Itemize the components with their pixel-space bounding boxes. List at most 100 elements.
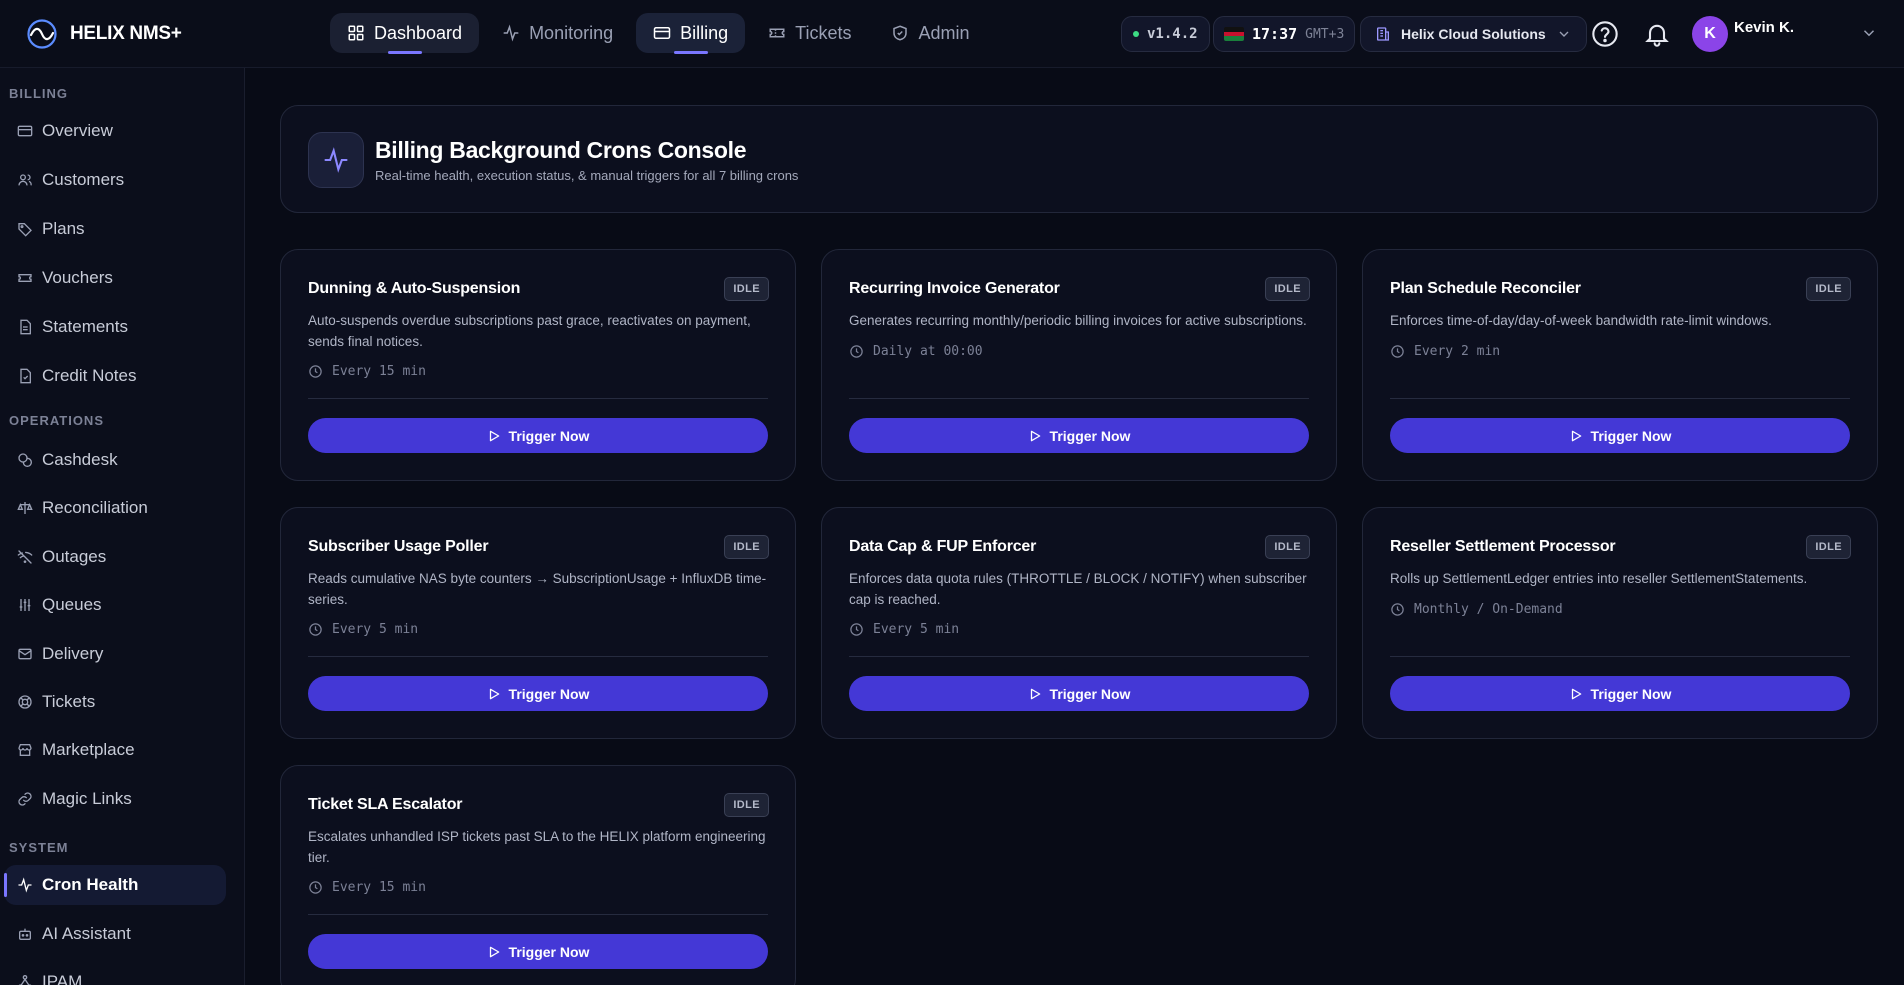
cron-title: Data Cap & FUP Enforcer [849,538,1037,555]
app-name: HELIX NMS+ [70,23,182,44]
shield-icon [893,25,908,41]
version-label: v1.4.2 [1147,26,1198,42]
document-icon [20,319,31,335]
cron-schedule: Every 5 min [308,622,418,637]
sidebar-item-vouchers[interactable]: Vouchers [4,258,226,298]
cron-description: Auto-suspends overdue subscriptions past… [308,313,751,349]
sidebar-item-label: Queues [42,595,102,614]
cron-schedule: Every 5 min [849,622,959,637]
bell-icon[interactable] [1643,20,1671,48]
sidebar-item-cron-health[interactable]: Cron Health [4,865,226,905]
cron-schedule: Every 15 min [308,364,426,379]
avatar[interactable]: K [1692,16,1728,52]
cron-card-reseller-settlement: Reseller Settlement Processor IDLE Rolls… [1362,507,1878,739]
chevron-down-icon[interactable] [1860,24,1878,42]
sidebar-item-label: Cashdesk [42,450,118,469]
user-name[interactable]: Kevin K. [1734,19,1794,36]
cron-title: Plan Schedule Reconciler [1390,280,1581,297]
nav-billing[interactable]: Billing [636,13,746,54]
sidebar-section-system: SYSTEM [9,840,69,855]
trigger-now-button[interactable]: Trigger Now [1390,676,1850,711]
activity-icon [18,877,32,893]
grid-icon [348,25,364,41]
cron-description: Reads cumulative NAS byte counters → Sub… [308,571,767,607]
page-subtitle: Real-time health, execution status, & ma… [375,168,799,183]
sidebar-item-plans[interactable]: Plans [4,209,226,249]
sidebar-item-ipam[interactable]: IPAM [4,962,226,985]
play-icon [1030,688,1040,699]
building-icon [1377,27,1389,41]
divider [308,914,768,915]
clock-widget[interactable]: 17:37 GMT+3 [1213,16,1356,52]
cron-card-data-cap: Data Cap & FUP Enforcer IDLE Enforces da… [821,507,1337,739]
sidebar-item-magic-links[interactable]: Magic Links [4,779,226,819]
page-title: Billing Background Crons Console [375,137,747,163]
cron-description: Enforces data quota rules (THROTTLE / BL… [849,571,1307,607]
status-badge: IDLE [1806,277,1851,301]
sidebar: BILLING Overview Customers Plans Voucher… [0,68,245,985]
cron-schedule-label: Every 15 min [332,880,426,895]
cron-schedule: Every 15 min [308,880,426,895]
network-icon [18,975,32,985]
org-switcher[interactable]: Helix Cloud Solutions [1360,16,1587,52]
cron-card-recurring-invoice: Recurring Invoice Generator IDLE Generat… [821,249,1337,481]
sidebar-item-delivery[interactable]: Delivery [4,634,226,674]
wifi-off-icon [17,550,33,564]
credit-note-icon [20,368,31,384]
trigger-now-button[interactable]: Trigger Now [849,676,1309,711]
sidebar-item-statements[interactable]: Statements [4,307,226,347]
sidebar-item-customers[interactable]: Customers [4,160,226,200]
sidebar-item-overview[interactable]: Overview [4,111,226,151]
divider [1390,656,1850,657]
clock-icon [850,623,863,636]
cron-schedule-label: Every 5 min [332,622,419,637]
cron-schedule-label: Every 2 min [1414,344,1501,359]
trigger-label: Trigger Now [508,943,590,960]
trigger-now-button[interactable]: Trigger Now [849,418,1309,453]
nav-monitoring[interactable]: Monitoring [485,13,630,53]
nav-dashboard[interactable]: Dashboard [330,13,480,54]
clock-icon [1391,603,1404,616]
nav-admin[interactable]: Admin [874,13,986,53]
clock-icon [1391,345,1404,358]
sidebar-item-label: Marketplace [42,740,135,759]
sidebar-item-label: Cron Health [42,875,139,894]
scale-icon [17,502,33,514]
trigger-now-button[interactable]: Trigger Now [308,418,768,453]
trigger-now-button[interactable]: Trigger Now [308,676,768,711]
sidebar-item-queues[interactable]: Queues [4,585,226,625]
nav-label: Billing [680,22,729,43]
card-icon [17,125,33,137]
activity-icon [503,24,519,42]
play-icon [489,688,499,699]
status-badge: IDLE [1265,277,1310,301]
sidebar-item-label: Reconciliation [42,498,148,517]
sidebar-item-reconciliation[interactable]: Reconciliation [4,488,226,528]
sidebar-item-ai-assistant[interactable]: AI Assistant [4,914,226,954]
clock-timezone: GMT+3 [1305,26,1345,42]
sidebar-item-credit-notes[interactable]: Credit Notes [4,356,226,396]
sidebar-item-cashdesk[interactable]: Cashdesk [4,440,226,480]
sidebar-item-marketplace[interactable]: Marketplace [4,730,226,770]
cron-title: Dunning & Auto-Suspension [308,280,521,297]
trigger-now-button[interactable]: Trigger Now [1390,418,1850,453]
cron-schedule: Every 2 min [1390,344,1500,359]
sidebar-item-outages[interactable]: Outages [4,537,226,577]
version-badge: v1.4.2 [1121,16,1210,52]
sidebar-item-tickets[interactable]: Tickets [4,682,226,722]
nav-label: Monitoring [529,22,614,43]
cron-schedule-label: Daily at 00:00 [873,344,983,359]
brand[interactable]: HELIX NMS+ [26,17,182,51]
trigger-now-button[interactable]: Trigger Now [308,934,768,969]
divider [308,656,768,657]
ticket-icon [18,274,32,282]
cron-schedule: Monthly / On-Demand [1390,602,1563,617]
play-icon [489,946,499,957]
help-icon[interactable] [1591,20,1619,48]
clock-icon [309,881,322,894]
nav-tickets[interactable]: Tickets [751,13,868,53]
sidebar-section-billing: BILLING [9,86,68,101]
play-icon [489,430,499,441]
link-icon [18,792,32,806]
page-header: Billing Background Crons Console Real-ti… [280,105,1878,213]
